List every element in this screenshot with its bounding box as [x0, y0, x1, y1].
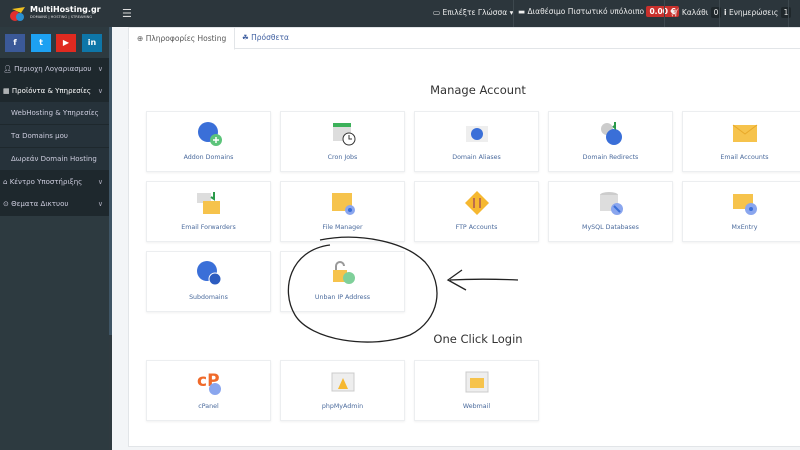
- card-label: Subdomains: [189, 294, 228, 301]
- tab-hosting-info[interactable]: ⊕ Πληροφορίες Hosting: [128, 27, 236, 50]
- cart-link[interactable]: 🛒︎ Καλάθι 0: [670, 7, 722, 18]
- tab-label: Πρόσθετα: [251, 33, 289, 42]
- folder-gear-icon: [331, 193, 355, 215]
- sidebar-item-my-domains[interactable]: Τα Domains μου: [0, 125, 109, 148]
- sidebar-item-label: Θεματα Δικτυου: [11, 200, 69, 208]
- updates-label: Ενημερώσεις: [728, 8, 779, 17]
- ftp-arrows-icon: [464, 191, 489, 215]
- card-ftp-accounts[interactable]: FTP Accounts: [414, 181, 539, 242]
- menu-toggle-icon[interactable]: ☰: [122, 7, 132, 20]
- sidebar-item-webhosting[interactable]: WebHosting & Υπηρεσίες: [0, 102, 109, 125]
- email-forward-icon: [196, 192, 220, 214]
- tab-bar: ⊕ Πληροφορίες Hosting ☘ Πρόσθετα: [128, 27, 800, 50]
- globe-sub-icon: [196, 261, 221, 286]
- card-phpmyadmin[interactable]: phpMyAdmin: [280, 360, 405, 421]
- credit-label: Διαθέσιμο Πιστωτικό υπόλοιπο: [527, 7, 645, 16]
- card-label: MySQL Databases: [582, 224, 639, 231]
- grid-icon: ▦: [3, 87, 10, 95]
- twitter-icon[interactable]: t: [31, 34, 51, 52]
- database-icon: [599, 192, 623, 215]
- card-unban-ip-address[interactable]: Unban IP Address: [280, 251, 405, 312]
- chevron-down-icon: ∨: [97, 65, 103, 73]
- sidebar-item-label: Περιοχη Λογαριασμου: [14, 65, 92, 73]
- envelope-icon: [732, 124, 757, 142]
- card-addon-domains[interactable]: Addon Domains: [146, 111, 271, 172]
- card-subdomains[interactable]: Subdomains: [146, 251, 271, 312]
- sidebar-item-label: Δωρεάν Domain Hosting: [11, 155, 97, 163]
- phpmyadmin-icon: [331, 372, 354, 392]
- card-label: Domain Redirects: [582, 154, 639, 161]
- top-bar: MultiHosting.gr DOMAINS | HOSTING | STRE…: [0, 0, 800, 27]
- sidebar-item-products[interactable]: ▦ Προϊόντα & Υπηρεσίες ∨: [0, 80, 109, 103]
- youtube-icon[interactable]: ▶: [56, 34, 76, 52]
- logo-icon: [10, 7, 25, 21]
- tab-label: Πληροφορίες Hosting: [145, 34, 227, 43]
- webmail-icon: [465, 371, 488, 393]
- facebook-icon[interactable]: f: [5, 34, 25, 52]
- logo-tagline: DOMAINS | HOSTING | STREAMING: [30, 15, 93, 19]
- card-email-forwarders[interactable]: Email Forwarders: [146, 181, 271, 242]
- card-email-accounts[interactable]: Email Accounts: [682, 111, 800, 172]
- sidebar-item-label: Προϊόντα & Υπηρεσίες: [11, 87, 91, 95]
- credit-balance[interactable]: ▬ Διαθέσιμο Πιστωτικό υπόλοιπο 0.00 €: [518, 6, 679, 17]
- globe-icon: ⊕: [137, 34, 144, 43]
- card-file-manager[interactable]: File Manager: [280, 181, 405, 242]
- globe-redirect-icon: [600, 122, 622, 145]
- envelope-gear-icon: [732, 194, 757, 215]
- globe-plus-icon: [197, 122, 222, 146]
- chevron-down-icon: ∨: [97, 178, 103, 186]
- card-label: Addon Domains: [183, 154, 234, 161]
- card-cpanel[interactable]: cP cPanel: [146, 360, 271, 421]
- updates-count: 1: [780, 7, 792, 18]
- card-label: MxEntry: [731, 224, 758, 231]
- user-icon: 👤︎: [3, 65, 12, 73]
- manage-account-title: Manage Account: [430, 83, 526, 97]
- sidebar-item-label: WebHosting & Υπηρεσίες: [11, 109, 99, 117]
- home-icon: ⌂: [3, 178, 8, 186]
- cart-label: Καλάθι: [681, 8, 709, 17]
- one-click-login-title: One Click Login: [433, 332, 523, 346]
- chevron-down-icon: ∨: [97, 200, 103, 208]
- card-label: Webmail: [462, 403, 491, 410]
- card-label: Unban IP Address: [314, 294, 371, 301]
- sidebar-item-label: Τα Domains μου: [11, 132, 68, 140]
- cpanel-icon: cP: [197, 371, 221, 395]
- sidebar-item-free-hosting[interactable]: Δωρεάν Domain Hosting: [0, 148, 109, 171]
- chevron-down-icon: ∨: [97, 87, 103, 95]
- linkedin-icon[interactable]: in: [82, 34, 102, 52]
- card-label: FTP Accounts: [455, 224, 498, 231]
- sidebar-item-support[interactable]: ⌂ Κέντρο Υποστήριξης ∨: [0, 171, 109, 194]
- logo-text: MultiHosting.gr: [30, 5, 101, 14]
- sidebar-item-account[interactable]: 👤︎ Περιοχη Λογαριασμου ∨: [0, 58, 109, 81]
- tab-addons[interactable]: ☘ Πρόσθετα: [234, 27, 297, 49]
- card-label: Domain Aliases: [452, 154, 501, 161]
- card-cron-jobs[interactable]: Cron Jobs: [280, 111, 405, 172]
- sidebar-item-label: Κέντρο Υποστήριξης: [9, 178, 83, 186]
- card-label: Email Forwarders: [181, 224, 236, 231]
- globe-icon: ⊙: [3, 200, 9, 208]
- cubes-icon: ☘: [242, 33, 249, 42]
- sidebar-item-network[interactable]: ⊙ Θεματα Δικτυου ∨: [0, 193, 109, 216]
- sidebar-scrollbar[interactable]: [109, 27, 112, 335]
- unlock-ip-icon: [332, 261, 355, 284]
- language-selector[interactable]: ▭ Επιλέξτε Γλώσσα ▾: [433, 8, 513, 17]
- card-label: Cron Jobs: [327, 154, 358, 161]
- card-domain-aliases[interactable]: Domain Aliases: [414, 111, 539, 172]
- domain-alias-icon: [465, 126, 488, 142]
- card-webmail[interactable]: Webmail: [414, 360, 539, 421]
- card-label: phpMyAdmin: [321, 403, 364, 410]
- card-mysql-databases[interactable]: MySQL Databases: [548, 181, 673, 242]
- card-label: cPanel: [198, 403, 219, 410]
- card-label: Email Accounts: [720, 154, 769, 161]
- card-label: File Manager: [322, 224, 363, 231]
- updates-link[interactable]: i Ενημερώσεις 1: [724, 7, 792, 18]
- logo[interactable]: MultiHosting.gr DOMAINS | HOSTING | STRE…: [8, 4, 101, 24]
- card-domain-redirects[interactable]: Domain Redirects: [548, 111, 673, 172]
- language-label: Επιλέξτε Γλώσσα: [442, 8, 508, 17]
- calendar-clock-icon: [332, 123, 355, 146]
- card-mxentry[interactable]: MxEntry: [682, 181, 800, 242]
